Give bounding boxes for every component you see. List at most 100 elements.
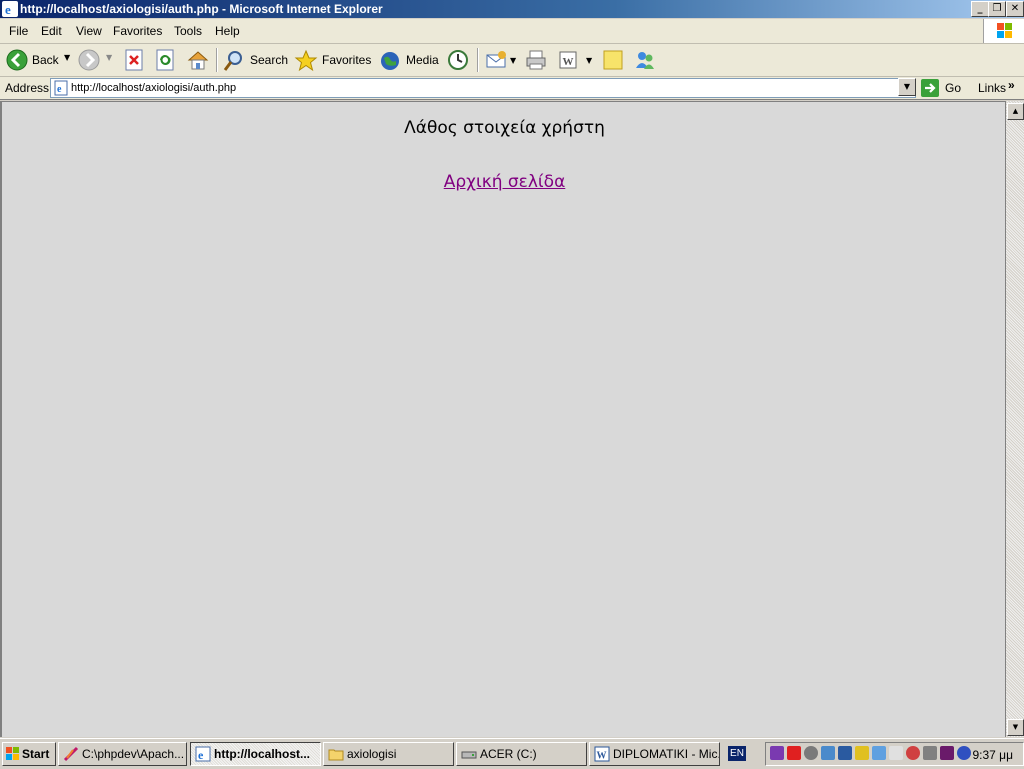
menu-file[interactable]: File xyxy=(9,24,28,38)
ie-icon: e xyxy=(2,1,18,17)
restore-button[interactable]: ❐ xyxy=(988,1,1006,17)
tray-warning-icon[interactable] xyxy=(855,746,869,760)
favorites-button[interactable]: Favorites xyxy=(294,47,372,73)
svg-text:W: W xyxy=(563,56,574,68)
menu-favorites[interactable]: Favorites xyxy=(113,24,162,38)
mail-dropdown-icon[interactable]: ▼ xyxy=(510,56,516,65)
media-globe-icon xyxy=(381,52,399,70)
task-drive[interactable]: ACER (C:) xyxy=(456,742,587,766)
ie-icon: e xyxy=(195,746,211,762)
menu-view[interactable]: View xyxy=(76,24,102,38)
error-message: Λάθος στοιχεία χρήστη xyxy=(404,118,605,138)
tray-disc-icon[interactable] xyxy=(804,746,818,760)
svg-text:e: e xyxy=(198,748,204,762)
tray-printer-icon[interactable] xyxy=(923,746,937,760)
home-icon[interactable] xyxy=(186,47,210,73)
tray-app-icon[interactable] xyxy=(770,746,784,760)
toolbar-separator xyxy=(477,48,479,72)
favorites-label: Favorites xyxy=(322,53,372,67)
history-icon[interactable] xyxy=(446,47,470,73)
svg-text:e: e xyxy=(57,84,62,95)
svg-text:e: e xyxy=(5,2,11,17)
tray-monitor-icon[interactable] xyxy=(838,746,852,760)
clock[interactable]: 9:37 μμ xyxy=(972,748,1013,762)
task-internet-explorer[interactable]: e http://localhost... xyxy=(190,742,321,766)
menu-bar: File Edit View Favorites Tools Help xyxy=(0,19,1024,44)
minimize-button[interactable]: _ xyxy=(971,1,989,17)
address-label: Address xyxy=(5,81,50,95)
search-icon xyxy=(223,51,242,71)
tray-media-icon[interactable] xyxy=(940,746,954,760)
address-bar: Address e ▼ Go Links » xyxy=(0,77,1024,100)
task-label: C:\phpdev\Apach... xyxy=(82,747,185,761)
stop-icon[interactable] xyxy=(124,47,146,73)
forward-button[interactable]: ▼ xyxy=(78,47,118,73)
task-label: http://localhost... xyxy=(214,747,310,761)
folder-icon xyxy=(328,749,344,761)
task-label: axiologisi xyxy=(347,747,397,761)
mail-icon[interactable] xyxy=(485,47,509,73)
edit-dropdown-icon[interactable]: ▼ xyxy=(586,56,592,65)
tray-hand-icon[interactable] xyxy=(889,746,903,760)
forward-arrow-icon xyxy=(78,49,100,71)
toolbar-separator xyxy=(216,48,218,72)
refresh-icon[interactable] xyxy=(155,47,177,73)
windows-logo xyxy=(983,19,1024,43)
tray-player-icon[interactable] xyxy=(957,746,971,760)
media-label: Media xyxy=(406,53,439,67)
tray-messenger-icon[interactable] xyxy=(872,746,886,760)
word-icon: W xyxy=(594,746,610,762)
start-button[interactable]: Start xyxy=(2,742,56,766)
task-label: DIPLOMATIKI - Mic... xyxy=(613,747,720,761)
svg-text:W: W xyxy=(597,751,607,762)
title-bar[interactable]: e http://localhost/axiologisi/auth.php -… xyxy=(0,0,1024,18)
windows-flag-icon xyxy=(997,23,1012,38)
page-content: Λάθος στοιχεία χρήστη Αρχική σελίδα xyxy=(0,101,1005,737)
start-label: Start xyxy=(22,747,50,761)
discuss-note-icon[interactable] xyxy=(601,47,625,73)
taskbar: Start C:\phpdev\Apach... e http://localh… xyxy=(0,738,1024,769)
vertical-scrollbar[interactable]: ▲ ▼ xyxy=(1005,101,1024,737)
tray-antivirus-icon[interactable] xyxy=(787,746,801,760)
search-label: Search xyxy=(250,53,289,67)
links-chevron-icon[interactable]: » xyxy=(1008,78,1015,92)
language-indicator[interactable]: EN xyxy=(728,746,746,761)
scroll-up-icon[interactable]: ▲ xyxy=(1007,103,1024,120)
close-button[interactable]: ✕ xyxy=(1006,1,1024,17)
drive-icon xyxy=(461,751,477,759)
go-label: Go xyxy=(945,81,962,95)
links-button[interactable]: Links xyxy=(978,81,1006,95)
scroll-down-icon[interactable]: ▼ xyxy=(1007,719,1024,736)
back-dropdown-icon[interactable]: ▼ xyxy=(64,53,70,62)
media-button[interactable]: Media xyxy=(378,47,440,73)
print-icon[interactable] xyxy=(524,47,548,73)
go-arrow-icon xyxy=(921,79,939,97)
window-title: http://localhost/axiologisi/auth.php - M… xyxy=(20,2,383,16)
task-label: ACER (C:) xyxy=(480,747,537,761)
tray-network-icon[interactable] xyxy=(821,746,835,760)
back-arrow-icon xyxy=(6,49,28,71)
task-word[interactable]: W DIPLOMATIKI - Mic... xyxy=(589,742,720,766)
menu-tools[interactable]: Tools xyxy=(174,24,202,38)
star-icon xyxy=(294,49,318,72)
feather-icon xyxy=(63,746,79,762)
system-tray: 9:37 μμ xyxy=(765,742,1024,766)
go-button[interactable]: Go xyxy=(921,78,965,98)
home-page-link[interactable]: Αρχική σελίδα xyxy=(444,172,566,192)
messenger-icon[interactable] xyxy=(633,47,657,73)
back-button[interactable]: Back ▼ xyxy=(4,47,74,73)
standard-toolbar: Back ▼ ▼ Search Favorites Media ▼ W ▼ xyxy=(0,44,1024,77)
edit-word-icon[interactable]: W xyxy=(556,47,580,73)
search-button[interactable]: Search xyxy=(222,47,288,73)
address-input[interactable] xyxy=(71,80,891,95)
task-folder[interactable]: axiologisi xyxy=(323,742,454,766)
windows-flag-icon xyxy=(6,747,19,760)
menu-help[interactable]: Help xyxy=(215,24,240,38)
address-field[interactable]: e xyxy=(50,78,916,98)
home-link-container: Αρχική σελίδα xyxy=(2,172,1007,192)
forward-dropdown-icon[interactable]: ▼ xyxy=(106,53,112,62)
menu-edit[interactable]: Edit xyxy=(41,24,62,38)
address-dropdown-icon[interactable]: ▼ xyxy=(898,78,916,96)
task-apache[interactable]: C:\phpdev\Apach... xyxy=(58,742,187,766)
tray-pen-icon[interactable] xyxy=(906,746,920,760)
